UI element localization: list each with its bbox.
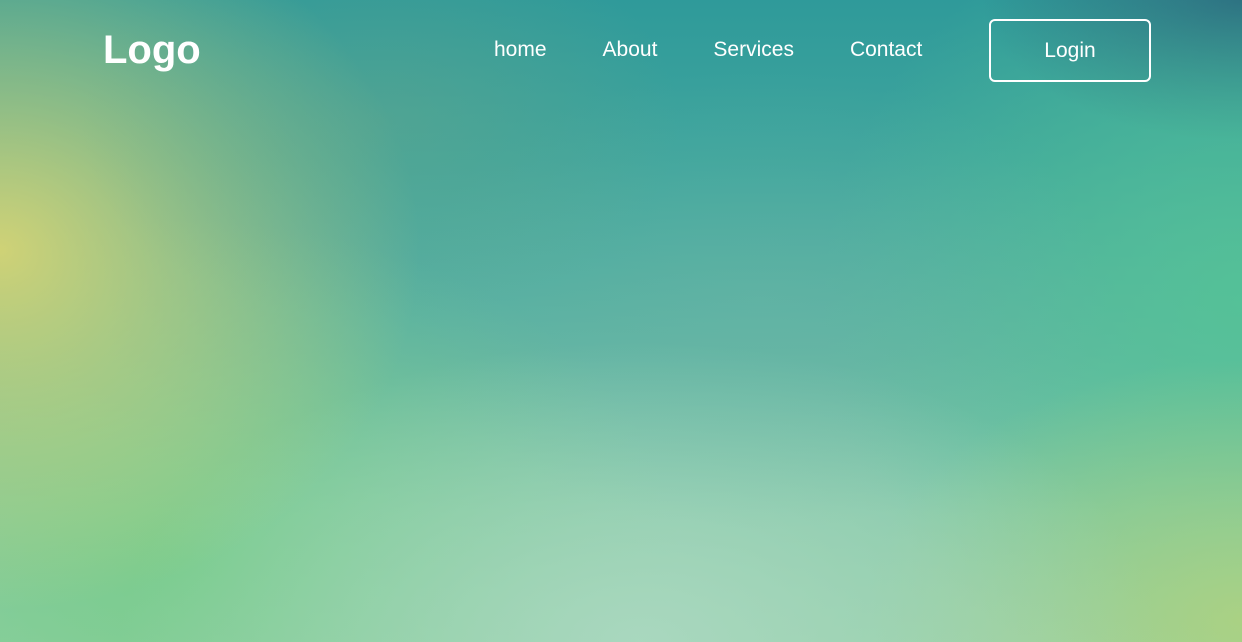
site-header: Logo home About Services Contact Login [0, 0, 1242, 100]
main-nav: home About Services Contact [494, 36, 922, 64]
nav-link-services[interactable]: Services [713, 36, 794, 64]
nav-link-about[interactable]: About [603, 36, 658, 64]
login-button[interactable]: Login [989, 19, 1151, 82]
site-logo[interactable]: Logo [103, 27, 201, 73]
nav-link-home[interactable]: home [494, 36, 547, 64]
nav-link-contact[interactable]: Contact [850, 36, 922, 64]
